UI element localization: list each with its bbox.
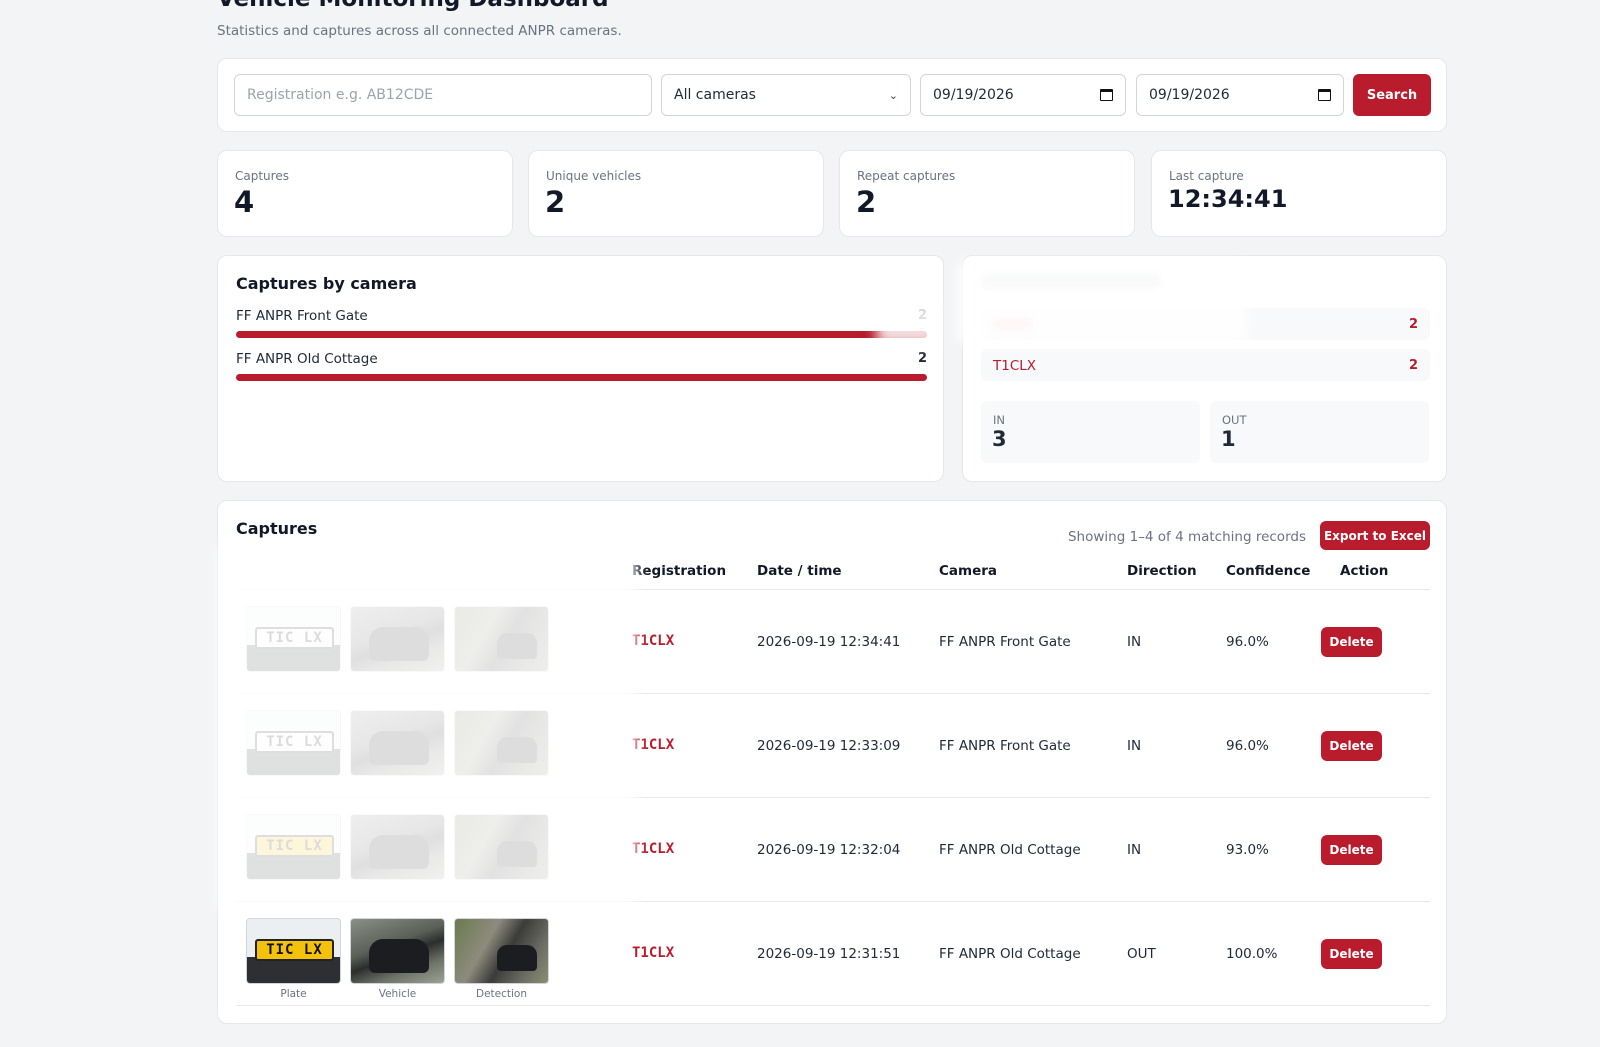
obscured-region xyxy=(217,548,637,908)
row-datetime: 2026-09-19 12:33:09 xyxy=(757,738,901,754)
row-confidence: 96.0% xyxy=(1226,738,1269,754)
registration-placeholder: Registration e.g. AB12CDE xyxy=(247,87,434,103)
row-datetime: 2026-09-19 12:32:04 xyxy=(757,842,901,858)
row-datetime: 2026-09-19 12:31:51 xyxy=(757,946,901,962)
row-confidence: 96.0% xyxy=(1226,634,1269,650)
row-camera: FF ANPR Front Gate xyxy=(939,634,1071,650)
page-subtitle: Statistics and captures across all conne… xyxy=(217,23,622,39)
stat-label: Unique vehicles xyxy=(546,169,642,183)
stat-unique-vehicles: Unique vehicles 2 xyxy=(528,150,824,237)
registration-input[interactable]: Registration e.g. AB12CDE xyxy=(234,74,652,116)
date-to-value: 09/19/2026 xyxy=(1149,87,1230,103)
row-datetime: 2026-09-19 12:34:41 xyxy=(757,634,901,650)
car-shape xyxy=(369,939,429,973)
date-to-input[interactable]: 09/19/2026 xyxy=(1136,74,1344,116)
direction-label: IN xyxy=(993,413,1005,427)
row-camera: FF ANPR Old Cottage xyxy=(939,946,1081,962)
direction-value: 1 xyxy=(1221,427,1236,451)
column-header-registration[interactable]: Registration xyxy=(632,563,726,579)
calendar-icon[interactable] xyxy=(1100,89,1113,101)
plate-shadow xyxy=(247,957,340,983)
row-registration: T1CLX xyxy=(632,633,675,649)
direction-out-box: OUT 1 xyxy=(1210,401,1429,463)
registration-row[interactable]: T1CLX 2 xyxy=(981,349,1430,381)
registration-text: T1CLX xyxy=(993,358,1037,374)
search-form: Registration e.g. AB12CDE All cameras ⌄ … xyxy=(217,58,1447,132)
delete-button[interactable]: Delete xyxy=(1321,835,1382,865)
row-direction: IN xyxy=(1127,738,1142,754)
plate-thumbnail[interactable]: TIC LX xyxy=(246,918,341,984)
vehicle-thumbnail[interactable] xyxy=(350,918,445,984)
camera-bar xyxy=(236,374,927,381)
car-shape xyxy=(497,945,537,971)
column-header-confidence[interactable]: Confidence xyxy=(1226,563,1310,579)
panel-title: Captures by camera xyxy=(236,274,417,293)
row-direction: IN xyxy=(1127,634,1142,650)
direction-value: 3 xyxy=(992,427,1007,451)
registration-count: 2 xyxy=(1408,358,1418,373)
row-registration: T1CLX xyxy=(632,841,675,857)
thumbnail-caption: Detection xyxy=(475,988,527,1000)
chevron-down-icon: ⌄ xyxy=(888,88,898,102)
registration-count: 2 xyxy=(1408,317,1418,332)
row-confidence: 93.0% xyxy=(1226,842,1269,858)
camera-bar-track xyxy=(236,374,927,381)
column-header-datetime[interactable]: Date / time xyxy=(757,563,842,579)
stat-last-capture: Last capture 12:34:41 xyxy=(1151,150,1447,237)
obscured-region xyxy=(877,300,937,345)
delete-button[interactable]: Delete xyxy=(1321,939,1382,969)
obscured-region xyxy=(957,262,1247,342)
row-direction: OUT xyxy=(1127,946,1156,962)
row-camera: FF ANPR Front Gate xyxy=(939,738,1071,754)
date-from-input[interactable]: 09/19/2026 xyxy=(920,74,1126,116)
direction-in-box: IN 3 xyxy=(981,401,1200,463)
plate-text: TIC LX xyxy=(255,939,334,961)
direction-label: OUT xyxy=(1222,413,1247,427)
export-excel-button[interactable]: Export to Excel xyxy=(1320,521,1430,550)
thumbnail-caption: Plate xyxy=(280,988,307,1000)
row-registration: T1CLX xyxy=(632,737,675,753)
captures-by-camera-panel: Captures by camera FF ANPR Front Gate 2 … xyxy=(217,255,944,482)
camera-bar-track xyxy=(236,331,927,338)
row-camera: FF ANPR Old Cottage xyxy=(939,842,1081,858)
search-button[interactable]: Search xyxy=(1353,74,1431,116)
stat-label: Repeat captures xyxy=(857,169,956,183)
panel-title: Captures xyxy=(236,519,318,538)
delete-button[interactable]: Delete xyxy=(1321,731,1382,761)
detection-thumbnail[interactable] xyxy=(454,918,549,984)
stat-value: 12:34:41 xyxy=(1168,185,1288,213)
date-from-value: 09/19/2026 xyxy=(933,87,1014,103)
column-header-camera[interactable]: Camera xyxy=(939,563,997,579)
camera-select-value: All cameras xyxy=(674,87,756,103)
thumbnail-caption: Vehicle xyxy=(378,988,417,1000)
stat-label: Last capture xyxy=(1169,169,1244,183)
camera-select[interactable]: All cameras ⌄ xyxy=(661,74,911,116)
column-header-action[interactable]: Action xyxy=(1340,563,1388,579)
page-title: Vehicle Monitoring Dashboard xyxy=(217,0,609,12)
table-row: TIC LX Plate Vehicle Detection T1CLX 202… xyxy=(236,902,1430,1006)
delete-button[interactable]: Delete xyxy=(1321,627,1382,657)
column-header-direction[interactable]: Direction xyxy=(1127,563,1197,579)
stat-value: 4 xyxy=(234,185,255,219)
camera-name: FF ANPR Old Cottage xyxy=(236,351,378,367)
row-confidence: 100.0% xyxy=(1226,946,1278,962)
stat-repeat-captures: Repeat captures 2 xyxy=(839,150,1135,237)
stat-value: 2 xyxy=(545,185,566,219)
row-direction: IN xyxy=(1127,842,1142,858)
camera-name: FF ANPR Front Gate xyxy=(236,308,368,324)
row-registration: T1CLX xyxy=(632,945,675,961)
camera-count: 2 xyxy=(917,351,927,366)
calendar-icon[interactable] xyxy=(1318,89,1331,101)
stat-value: 2 xyxy=(856,185,877,219)
stat-captures: Captures 4 xyxy=(217,150,513,237)
stat-label: Captures xyxy=(235,169,289,183)
records-count: Showing 1–4 of 4 matching records xyxy=(1067,529,1306,545)
camera-bar xyxy=(236,331,927,338)
